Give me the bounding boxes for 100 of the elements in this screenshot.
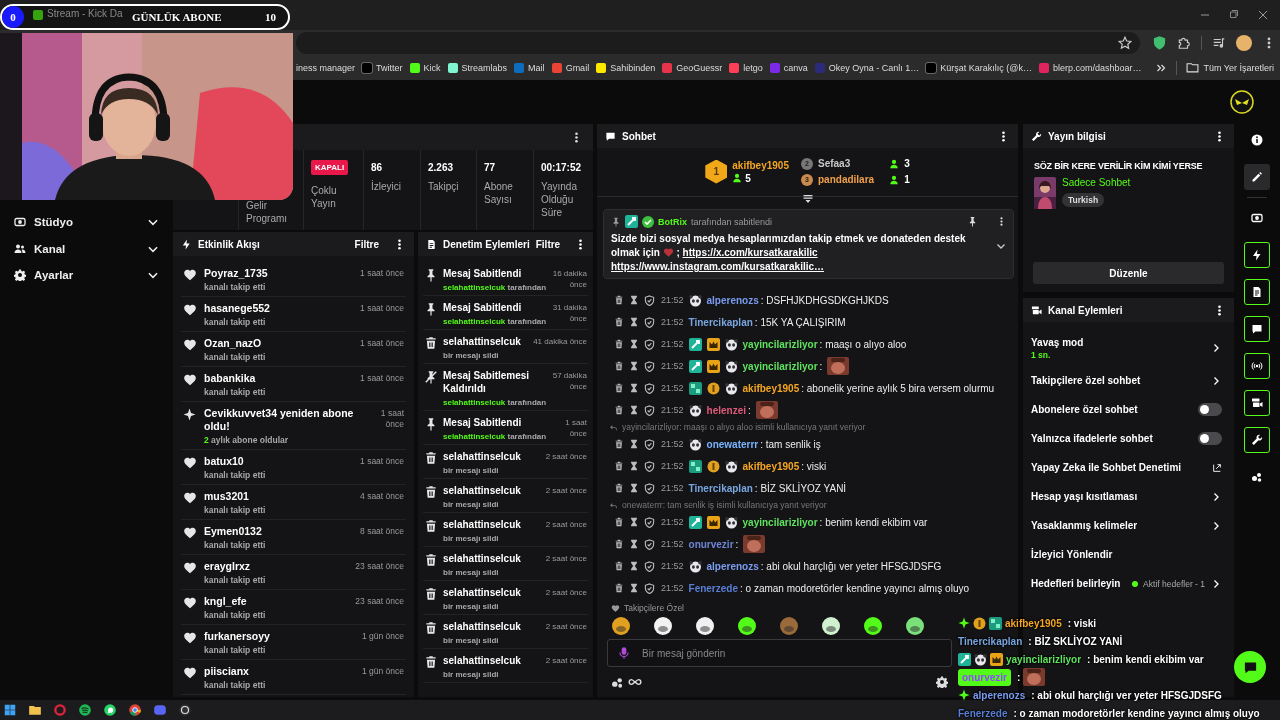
chat-username[interactable]: alperenozs [706,294,759,306]
emote-tab[interactable]: Takipçilere Özel [624,603,684,613]
action-item[interactable]: İzleyici Yönlendir [1031,549,1222,560]
chat-button[interactable] [1234,651,1266,683]
shield-icon[interactable] [644,316,655,328]
hourglass-icon[interactable] [629,339,639,349]
link[interactable]: https://x.com/kursatkarakilic [682,247,818,258]
trash-icon[interactable] [614,361,624,371]
hourglass-icon[interactable] [629,517,639,527]
toggle-switch[interactable] [1198,432,1222,445]
bookmark[interactable]: letgo [743,62,763,73]
action-item[interactable]: Yalnızca ifadelerle sohbet [1031,433,1193,444]
chat-username[interactable]: Fenerzede [688,582,738,594]
chat-username[interactable]: Tinercikaplan [688,482,753,494]
trash-icon[interactable] [614,439,624,449]
emote-icon[interactable] [863,616,883,636]
shield-icon[interactable] [644,460,655,472]
puzzle-icon[interactable] [1177,35,1191,50]
pin-icon[interactable] [967,216,978,227]
shield-icon[interactable] [644,482,655,494]
shield-icon[interactable] [644,538,655,550]
avatar[interactable] [1236,34,1252,51]
edit-button[interactable]: Düzenle [1033,262,1224,284]
action-item[interactable]: Hesap yaşı kısıtlaması [1031,491,1205,502]
rail-button[interactable] [1244,427,1270,453]
hourglass-icon[interactable] [629,383,639,393]
shield-icon[interactable] [644,582,655,594]
settings-icon[interactable] [936,676,948,688]
close-icon[interactable] [1256,8,1270,22]
sidebar-item[interactable]: Kanal [34,242,138,255]
shield-icon[interactable] [644,516,655,528]
bookmark[interactable]: Gmail [565,62,590,73]
hourglass-icon[interactable] [629,461,639,471]
chat-username[interactable]: yayincilarizliyor [742,516,818,528]
action-item[interactable]: Takipçilere özel sohbet [1031,375,1205,386]
rail-button[interactable] [1244,279,1270,305]
bookmark[interactable]: GeoGuessr [676,62,723,73]
trash-icon[interactable] [614,583,624,593]
bookmark[interactable]: Kürşat Karakılıç (@k… [940,62,1032,73]
trash-icon[interactable] [614,483,624,493]
trash-icon[interactable] [614,561,624,571]
shield-icon[interactable] [644,294,655,306]
chat-username[interactable]: akifbey1905 [742,460,800,472]
hourglass-icon[interactable] [629,583,639,593]
leaderboard-name[interactable]: Sefaa3 [818,158,875,169]
chat-username[interactable]: Tinercikaplan [688,316,753,328]
collapse-icon[interactable] [801,193,814,205]
trash-icon[interactable] [614,517,624,527]
rail-button[interactable] [1244,390,1270,416]
start-icon[interactable] [3,703,17,717]
hourglass-icon[interactable] [629,483,639,493]
app-icon[interactable] [78,703,92,717]
bookmark[interactable]: Mail [528,62,545,73]
emote-icon[interactable] [611,616,631,636]
rail-button[interactable] [1244,353,1270,379]
action-item[interactable]: Yavaş mod [1031,336,1205,348]
bookmark[interactable]: Tüm Yer İşaretleri [1203,62,1274,73]
hourglass-icon[interactable] [629,539,639,549]
app-icon[interactable] [128,703,142,717]
pinned-author[interactable]: BotRix [658,216,687,227]
trash-icon[interactable] [614,339,624,349]
trash-icon[interactable] [614,317,624,327]
emote-icon[interactable] [737,616,757,636]
leaderboard-name[interactable]: pandadilara [818,174,875,185]
emote-icon[interactable] [821,616,841,636]
hourglass-icon[interactable] [629,561,639,571]
bookmark[interactable]: blerp.com/dashboar… [1053,62,1142,73]
shield-icon[interactable] [1152,35,1167,50]
filter-button[interactable]: Filtre [354,238,379,250]
category-link[interactable]: Sadece Sohbet [1062,177,1131,189]
leaderboard-name[interactable]: akifbey1905 [732,159,789,171]
chat-username[interactable]: yayincilarizliyor [742,338,818,350]
shield-icon[interactable] [644,404,655,416]
rail-button[interactable] [1244,242,1270,268]
bookmark[interactable]: Kick [423,62,441,73]
hourglass-icon[interactable] [629,295,639,305]
bookmark[interactable]: Sahibinden [610,62,656,73]
star-icon[interactable] [1118,35,1132,50]
bookmark[interactable]: Streamlabs [461,62,508,73]
action-item[interactable]: Hedefleri belirleyin [1031,578,1128,589]
message-input[interactable]: Bir mesaj gönderin [607,639,952,667]
rail-button[interactable] [1244,316,1270,342]
action-item[interactable]: Abonelere özel sohbet [1031,404,1193,415]
sidebar-item[interactable]: Stüdyo [34,216,138,229]
dots-icon[interactable] [611,675,624,689]
tab-title[interactable]: Stream - Kick Da [47,7,123,19]
folder-icon[interactable] [28,703,42,717]
app-icon[interactable] [103,703,117,717]
sidebar-item[interactable]: Ayarlar [34,269,138,282]
shield-icon[interactable] [644,360,655,372]
hourglass-icon[interactable] [629,361,639,371]
restore-icon[interactable] [1228,8,1240,20]
hourglass-icon[interactable] [629,317,639,327]
shield-icon[interactable] [644,438,655,450]
hourglass-icon[interactable] [629,405,639,415]
link[interactable]: https://www.instagram.com/kursatkarakilic… [611,261,825,272]
emote-icon[interactable] [905,616,925,636]
filter-button[interactable]: Filtre [535,238,561,250]
chat-username[interactable]: helenzei [706,404,746,416]
trash-icon[interactable] [614,295,624,305]
